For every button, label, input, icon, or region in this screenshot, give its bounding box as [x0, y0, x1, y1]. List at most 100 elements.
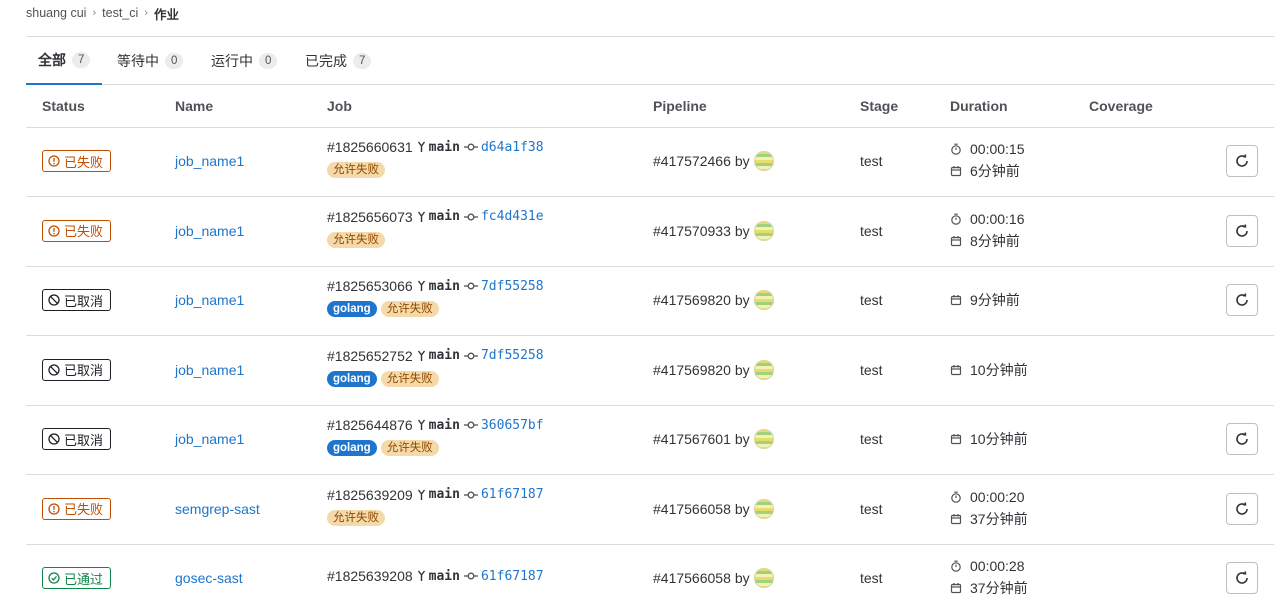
job-name-link[interactable]: gosec-sast	[175, 570, 243, 586]
job-name-link[interactable]: semgrep-sast	[175, 501, 260, 517]
retry-button[interactable]	[1226, 214, 1258, 247]
job-name-link[interactable]: job_name1	[175, 362, 244, 378]
table-row: 已通过 gosec-sast #1825639208 main 61f67187…	[26, 544, 1274, 613]
breadcrumb-user[interactable]: shuang cui	[26, 6, 86, 20]
branch-ref-link[interactable]: main	[429, 569, 460, 584]
status-badge[interactable]: 已失败	[42, 219, 112, 242]
allowed-to-fail-badge: 允许失败	[380, 440, 439, 456]
pipeline-id-link[interactable]: #417569820	[653, 292, 731, 308]
duration: 00:00:15	[950, 141, 1025, 157]
branch-ref-link[interactable]: main	[429, 418, 460, 433]
finished-at-value: 37分钟前	[970, 510, 1028, 527]
avatar[interactable]	[753, 359, 774, 380]
job-name-link[interactable]: job_name1	[175, 431, 244, 447]
retry-button[interactable]	[1226, 423, 1258, 455]
breadcrumb-current[interactable]: 作业	[154, 4, 179, 23]
table-header: Status Name Job Pipeline Stage Duration …	[26, 86, 1274, 128]
job-id-link[interactable]: #1825660631	[327, 139, 413, 155]
avatar[interactable]	[753, 290, 774, 310]
avatar[interactable]	[753, 568, 774, 588]
commit-icon	[463, 281, 478, 291]
retry-button[interactable]	[1226, 145, 1258, 177]
avatar[interactable]	[753, 220, 774, 241]
branch-ref-link[interactable]: main	[429, 487, 460, 502]
pipeline-info: #417569820 by	[653, 290, 774, 310]
tab-running[interactable]: 运行中 0	[211, 37, 278, 85]
commit-sha-link[interactable]: 7df55258	[481, 348, 544, 363]
pipeline-id-link[interactable]: #417570933	[653, 223, 731, 239]
timer-icon	[950, 213, 970, 225]
status-badge[interactable]: 已失败	[42, 150, 112, 172]
pipeline-id-link[interactable]: #417572466	[653, 153, 731, 169]
pipeline-id-link[interactable]: #417566058	[653, 501, 731, 517]
retry-button[interactable]	[1226, 562, 1258, 594]
job-name-link[interactable]: job_name1	[175, 153, 244, 169]
pipeline-id-link[interactable]: #417566058	[653, 570, 731, 586]
job-name-link[interactable]: job_name1	[175, 223, 244, 239]
status-badge[interactable]: 已取消	[42, 358, 112, 381]
timer-icon	[950, 491, 970, 503]
status-badge[interactable]: 已取消	[42, 289, 112, 311]
stage-label: test	[860, 292, 883, 308]
job-id-link[interactable]: #1825639208	[327, 568, 413, 584]
table-row: 已取消 job_name1 #1825644876 main 360657bf …	[26, 405, 1274, 475]
job-id-link[interactable]: #1825656073	[327, 209, 413, 225]
calendar-icon	[950, 433, 970, 445]
pipeline-id-link[interactable]: #417569820	[653, 362, 731, 378]
retry-button[interactable]	[1226, 284, 1258, 316]
retry-button[interactable]	[1226, 492, 1258, 525]
job-id-link[interactable]: #1825639209	[327, 487, 413, 503]
finished-at-value: 10分钟前	[970, 361, 1028, 378]
breadcrumb-project[interactable]: test_ci	[102, 6, 138, 20]
avatar[interactable]	[753, 429, 774, 449]
status-badge[interactable]: 已通过	[42, 567, 112, 589]
commit-sha-link[interactable]: 360657bf	[481, 418, 544, 433]
runner-tag-badge: golang	[327, 301, 377, 317]
branch-ref-link[interactable]: main	[429, 140, 460, 155]
tab-all[interactable]: 全部 7	[26, 37, 103, 85]
commit-sha-link[interactable]: 61f67187	[481, 487, 544, 502]
commit-icon	[463, 351, 478, 361]
pipeline-by-label: by	[734, 153, 750, 169]
commit-sha-link[interactable]: 7df55258	[481, 279, 544, 294]
pipeline-by-label: by	[734, 431, 750, 447]
tab-count: 7	[353, 53, 372, 69]
pipeline-info: #417566058 by	[653, 568, 774, 588]
finished-at: 37分钟前	[950, 578, 1028, 598]
status-badge[interactable]: 已取消	[42, 428, 112, 450]
status-badge[interactable]: 已失败	[42, 497, 112, 520]
duration: 00:00:28	[950, 558, 1025, 574]
commit-sha-link[interactable]: 61f67187	[481, 569, 544, 584]
avatar[interactable]	[753, 151, 774, 171]
job-info: #1825639208 main 61f67187	[327, 568, 544, 584]
job-tags: golang 允许失败	[327, 370, 439, 387]
branch-ref-link[interactable]: main	[429, 209, 460, 224]
branch-icon	[417, 280, 426, 292]
branch-icon	[417, 211, 426, 223]
duration-value: 00:00:15	[970, 141, 1025, 157]
status-failed-icon	[48, 155, 64, 167]
status-success-icon	[48, 572, 64, 584]
table-row: 已失败 semgrep-sast #1825639209 main 61f671…	[26, 475, 1274, 545]
pipeline-info: #417572466 by	[653, 151, 774, 171]
job-info: #1825653066 main 7df55258	[327, 278, 544, 294]
tab-finished[interactable]: 已完成 7	[305, 37, 372, 85]
job-filter-tabs: 全部 7 等待中 0 运行中 0 已完成 7	[26, 37, 1274, 85]
pipeline-id-link[interactable]: #417567601	[653, 431, 731, 447]
tab-pending[interactable]: 等待中 0	[117, 37, 184, 85]
branch-ref-link[interactable]: main	[429, 279, 460, 294]
job-name-link[interactable]: job_name1	[175, 292, 244, 308]
branch-ref-link[interactable]: main	[429, 348, 460, 363]
stage-label: test	[860, 570, 883, 586]
table-row: 已失败 job_name1 #1825660631 main d64a1f38 …	[26, 127, 1274, 197]
commit-sha-link[interactable]: fc4d431e	[481, 209, 544, 224]
job-id-link[interactable]: #1825644876	[327, 417, 413, 433]
commit-sha-link[interactable]: d64a1f38	[481, 140, 544, 155]
job-id-link[interactable]: #1825652752	[327, 348, 413, 364]
commit-icon	[463, 212, 478, 222]
avatar[interactable]	[753, 498, 774, 519]
finished-at: 37分钟前	[950, 509, 1028, 529]
job-id-link[interactable]: #1825653066	[327, 278, 413, 294]
commit-icon	[463, 571, 478, 581]
column-header-coverage: Coverage	[1089, 98, 1153, 114]
